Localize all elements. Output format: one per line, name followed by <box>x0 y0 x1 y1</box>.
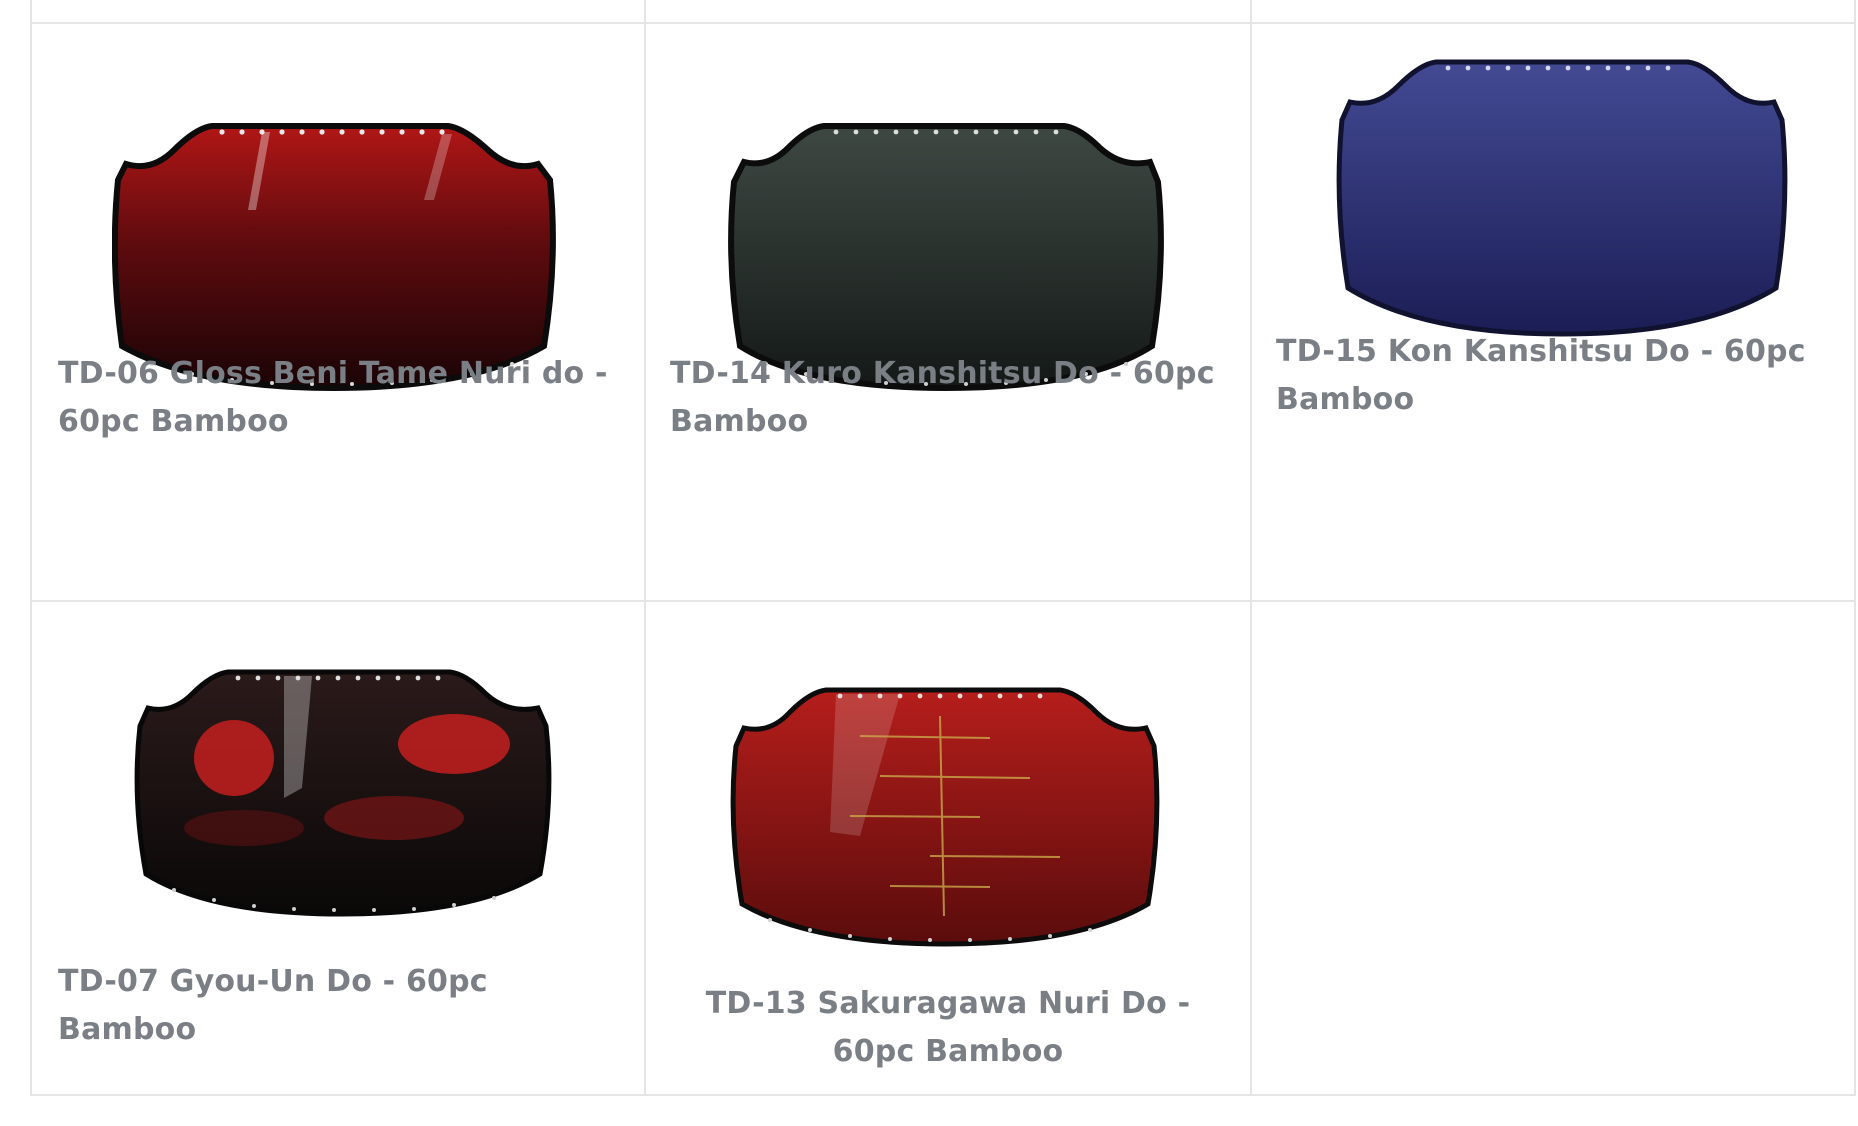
product-card[interactable]: TD-13 Sakuragawa Nuri Do - 60pc Bamboo <box>646 602 1250 1094</box>
kendo-do-armor-icon[interactable] <box>134 668 552 918</box>
product-image <box>1336 59 1788 337</box>
product-card[interactable]: TD-06 Gloss Beni Tame Nuri do - 60pc Bam… <box>34 24 644 600</box>
product-title[interactable]: TD-15 Kon Kanshitsu Do - 60pc Bamboo <box>1276 328 1832 424</box>
product-card[interactable]: TD-14 Kuro Kanshitsu Do - 60pc Bamboo <box>646 24 1250 600</box>
product-title[interactable]: TD-13 Sakuragawa Nuri Do - 60pc Bamboo <box>666 980 1230 1076</box>
product-image <box>134 669 552 917</box>
kendo-do-armor-icon[interactable] <box>1332 58 1792 338</box>
kendo-do-armor-icon[interactable] <box>730 686 1160 948</box>
grid-divider <box>1854 0 1856 1094</box>
product-card[interactable]: TD-07 Gyou-Un Do - 60pc Bamboo <box>34 602 644 1094</box>
product-card[interactable]: TD-15 Kon Kanshitsu Do - 60pc Bamboo <box>1252 24 1854 600</box>
product-title[interactable]: TD-06 Gloss Beni Tame Nuri do - 60pc Bam… <box>58 350 618 446</box>
product-image <box>730 687 1160 947</box>
product-grid: TD-06 Gloss Beni Tame Nuri do - 60pc Bam… <box>30 0 1856 1096</box>
product-title[interactable]: TD-07 Gyou-Un Do - 60pc Bamboo <box>58 958 538 1054</box>
product-title[interactable]: TD-14 Kuro Kanshitsu Do - 60pc Bamboo <box>670 350 1226 446</box>
